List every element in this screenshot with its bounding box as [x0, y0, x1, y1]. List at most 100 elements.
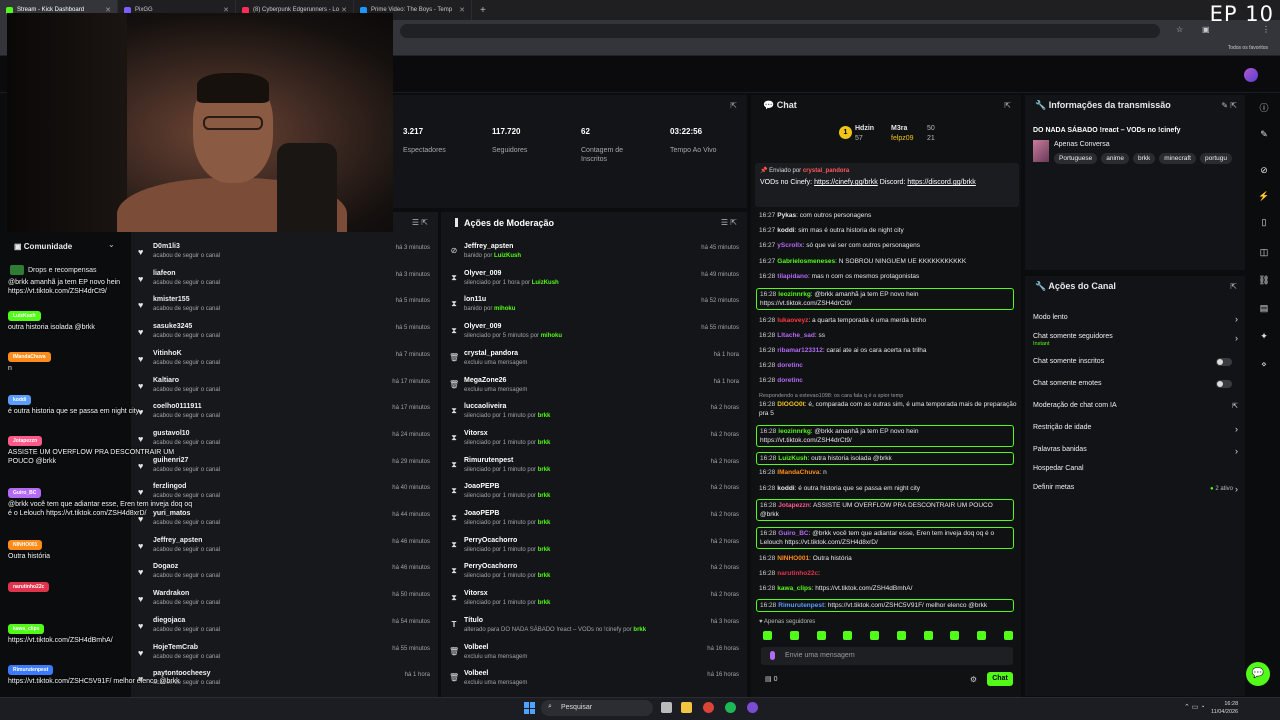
tray-icons[interactable]: ⌃ ▭ ◔ — [1184, 703, 1205, 711]
moderation-target[interactable]: PerryOcachorro — [464, 537, 517, 544]
chat-username[interactable]: leozinnrkg — [778, 428, 811, 435]
drops-link[interactable]: Drops e recompensas — [10, 262, 125, 278]
chat-username[interactable]: Pykas — [777, 212, 796, 219]
toggle-switch[interactable] — [1216, 380, 1232, 388]
pinned-user[interactable]: crystal_pandora — [803, 168, 849, 174]
moderation-target[interactable]: crystal_pandora — [464, 350, 518, 357]
moderation-target[interactable]: Vitorsx — [464, 590, 488, 597]
chrome-icon[interactable] — [703, 702, 714, 713]
chat-username[interactable]: IMandaChuva — [777, 469, 819, 476]
chevron-right-icon[interactable]: › — [1235, 484, 1238, 494]
moderation-target[interactable]: lon11u — [464, 296, 486, 303]
gear-icon[interactable]: ⚙ — [970, 675, 977, 684]
file-explorer-icon[interactable] — [681, 702, 692, 713]
pinned-link[interactable]: https://discord.gg/brkk — [907, 179, 975, 186]
chat-username[interactable]: NINHO001 — [777, 555, 809, 562]
toggle-switch[interactable] — [1216, 358, 1232, 366]
moderation-by[interactable]: mihoku — [541, 333, 562, 339]
chat-username[interactable]: kawa_clips — [777, 585, 811, 592]
moderation-by[interactable]: brkk — [538, 413, 551, 419]
windows-start-icon[interactable] — [524, 702, 536, 714]
chat-leaderboard[interactable]: 1 Hdzin 57 M3ra 50 felpz09 21 — [839, 122, 949, 148]
star-icon[interactable]: ☆ — [1176, 25, 1183, 34]
chat-username[interactable]: Gabrielosmeneses — [777, 258, 835, 265]
emote-icon[interactable] — [950, 631, 960, 640]
moderation-by[interactable]: brkk — [633, 627, 646, 633]
menu-icon[interactable]: ⋮ — [1262, 25, 1270, 34]
chat-username[interactable]: DIOGO0t — [777, 401, 804, 408]
moderation-target[interactable]: Vitorsx — [464, 430, 488, 437]
emote-icon[interactable] — [843, 631, 853, 640]
address-input[interactable] — [400, 24, 1160, 38]
follower-name[interactable]: kmister155 — [153, 296, 190, 303]
moderation-by[interactable]: brkk — [538, 547, 551, 553]
channel-action[interactable]: Modo lento › — [1033, 314, 1238, 324]
taskbar-search[interactable]: ⌕ Pesquisar — [541, 700, 653, 716]
community-title[interactable]: ▣ Comunidade — [14, 242, 72, 251]
channel-action[interactable]: Palavras banidas › — [1033, 446, 1238, 456]
task-view-icon[interactable] — [661, 702, 672, 713]
tag-chip[interactable]: Portuguese — [1054, 153, 1098, 164]
chevron-right-icon[interactable]: › — [1235, 424, 1238, 434]
moderation-target[interactable]: JoaoPEPB — [464, 510, 499, 517]
moderation-target[interactable]: Olyver_009 — [464, 270, 501, 277]
chat-username[interactable]: ribamar123312 — [777, 347, 823, 354]
all-favorites[interactable]: Todos os favoritos — [1228, 45, 1268, 51]
moderation-by[interactable]: mihoku — [494, 306, 515, 312]
channel-action[interactable]: Definir metas › — [1033, 484, 1238, 494]
moderation-by[interactable]: brkk — [538, 467, 551, 473]
popout-icon[interactable]: ⇱ — [1230, 282, 1237, 291]
moderation-target[interactable]: Olyver_009 — [464, 323, 501, 330]
follower-name[interactable]: liafeon — [153, 270, 176, 277]
channel-action[interactable]: Hospedar Canal — [1033, 465, 1238, 472]
follower-name[interactable]: diegojaca — [153, 617, 185, 624]
chat-username[interactable]: Lltache_sad — [777, 332, 815, 339]
filter-popout-icons[interactable]: ☰ ⇱ — [412, 218, 428, 227]
popout-icon[interactable]: ⇱ — [730, 101, 737, 110]
chat-send-button[interactable]: Chat — [987, 672, 1013, 686]
emote-icon[interactable] — [816, 631, 826, 640]
chat-username[interactable]: leozinnrkg — [778, 291, 811, 298]
chat-icon[interactable]: ◫ — [1257, 247, 1271, 258]
chat-username[interactable]: lukaoveyz — [777, 317, 808, 324]
moderation-by[interactable]: LuizKush — [532, 280, 559, 286]
chat-username[interactable]: doretinc — [777, 362, 803, 369]
moderation-by[interactable]: brkk — [538, 440, 551, 446]
moderation-by[interactable]: brkk — [538, 520, 551, 526]
follower-name[interactable]: Kaltiaro — [153, 377, 179, 384]
channel-action[interactable]: Moderação de chat com IA ⇱ — [1033, 402, 1238, 410]
channel-action[interactable]: Chat somente seguidores Instant › — [1033, 333, 1238, 347]
moderation-by[interactable]: brkk — [538, 493, 551, 499]
moderation-target[interactable]: Volbeel — [464, 644, 488, 651]
edit-icon[interactable]: ✎ — [1257, 129, 1271, 140]
chat-bubble-button[interactable]: 💬 — [1246, 662, 1270, 686]
app-icon[interactable] — [747, 702, 758, 713]
chat-username[interactable]: LuizKush — [778, 455, 807, 462]
moderation-target[interactable]: MegaZone26 — [464, 377, 506, 384]
edit-popout-icons[interactable]: ✎ ⇱ — [1221, 101, 1237, 110]
follower-name[interactable]: D0m1li3 — [153, 243, 180, 250]
moderation-by[interactable]: LuizKush — [494, 253, 521, 259]
emote-icon[interactable] — [870, 631, 880, 640]
emote-icon[interactable] — [896, 631, 906, 640]
chevron-right-icon[interactable]: › — [1235, 333, 1238, 343]
chat-username[interactable]: Guiro_BC — [778, 530, 808, 537]
mic-icon[interactable] — [770, 651, 775, 660]
moderation-target[interactable]: JoaoPEPB — [464, 483, 499, 490]
channel-action[interactable]: Restrição de idade › — [1033, 424, 1238, 434]
emote-icon[interactable] — [763, 631, 772, 640]
chat-username[interactable]: narutinho22c — [777, 570, 818, 577]
moderation-target[interactable]: luccaoliveira — [464, 403, 506, 410]
tag-chip[interactable]: minecraft — [1159, 153, 1196, 164]
emote-icon[interactable] — [789, 631, 799, 640]
printer-icon[interactable]: ▤ — [1257, 303, 1271, 314]
chat-username[interactable]: yScrollx — [777, 242, 802, 249]
pinned-message[interactable]: 📌 Enviado por crystal_pandora VODs no Ci… — [755, 163, 1019, 207]
moderation-icon[interactable]: ⊘ — [1257, 165, 1271, 176]
new-tab-button[interactable]: + — [472, 5, 486, 16]
tag-chip[interactable]: portugu — [1199, 153, 1233, 164]
chat-username[interactable]: doretinc — [777, 377, 803, 384]
moderation-target[interactable]: Título — [464, 617, 483, 624]
info-icon[interactable]: ⓘ — [1257, 101, 1271, 114]
spotify-icon[interactable] — [725, 702, 736, 713]
